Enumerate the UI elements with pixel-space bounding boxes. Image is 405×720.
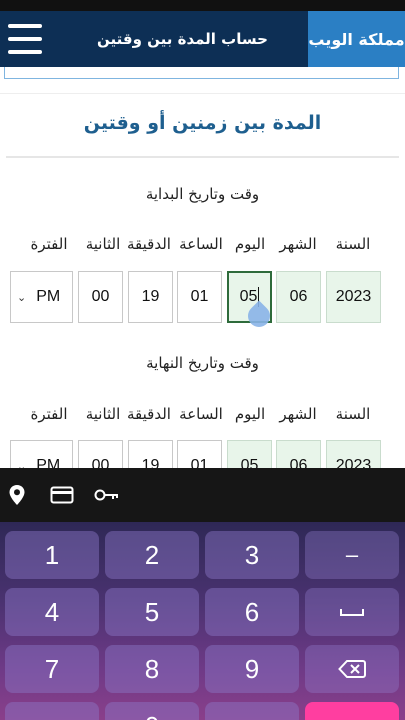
start-fields: 2023 06 05 01 19 00 ⌄ PM bbox=[0, 271, 405, 323]
menu-icon[interactable] bbox=[6, 21, 44, 57]
key-2[interactable]: 2 bbox=[105, 531, 199, 579]
end-period-label: الفترة bbox=[30, 405, 68, 423]
start-minute-field[interactable]: 19 bbox=[128, 271, 173, 323]
location-pin-icon[interactable] bbox=[8, 484, 26, 506]
space-icon bbox=[340, 609, 364, 616]
brand-link[interactable]: مملكة الويب bbox=[308, 11, 405, 67]
start-period-label: الفترة bbox=[30, 235, 68, 253]
end-labels: السنة الشهر اليوم الساعة الدقيقة الثانية… bbox=[0, 405, 405, 427]
end-heading: وقت وتاريخ النهاية bbox=[146, 354, 259, 372]
key-blank-right[interactable] bbox=[205, 702, 299, 720]
key-1[interactable]: 1 bbox=[5, 531, 99, 579]
key-7[interactable]: 7 bbox=[5, 645, 99, 693]
backspace-icon bbox=[338, 660, 366, 678]
calculator-panel: المدة بين زمنين أو وقتين وقت وتاريخ البد… bbox=[0, 93, 405, 492]
start-hour-field[interactable]: 01 bbox=[177, 271, 222, 323]
start-labels: السنة الشهر اليوم الساعة الدقيقة الثانية… bbox=[0, 235, 405, 257]
title-divider bbox=[6, 156, 399, 158]
start-year-label: السنة bbox=[335, 235, 371, 253]
start-second-field[interactable]: 00 bbox=[78, 271, 123, 323]
card-icon[interactable] bbox=[50, 484, 74, 506]
key-icon[interactable] bbox=[94, 484, 120, 506]
start-year-field[interactable]: 2023 bbox=[326, 271, 381, 323]
page-title: المدة بين زمنين أو وقتين bbox=[83, 112, 322, 134]
key-9[interactable]: 9 bbox=[205, 645, 299, 693]
numeric-keyboard: 1 2 3 – 4 5 6 7 8 9 0 bbox=[0, 522, 405, 720]
key-4[interactable]: 4 bbox=[5, 588, 99, 636]
key-8[interactable]: 8 bbox=[105, 645, 199, 693]
backspace-key[interactable] bbox=[305, 645, 399, 693]
key-3[interactable]: 3 bbox=[205, 531, 299, 579]
start-heading: وقت وتاريخ البداية bbox=[145, 185, 260, 203]
key-blank-left[interactable] bbox=[5, 702, 99, 720]
app-bar-title: حساب المدة بين وقتين bbox=[97, 30, 268, 48]
sub-bar-frame bbox=[4, 67, 399, 79]
app-bar: حساب المدة بين وقتين مملكة الويب bbox=[0, 11, 405, 67]
start-period-value: PM bbox=[36, 288, 61, 305]
key-5[interactable]: 5 bbox=[105, 588, 199, 636]
key-6[interactable]: 6 bbox=[205, 588, 299, 636]
sub-bar bbox=[0, 67, 405, 83]
start-second-label: الثانية bbox=[85, 235, 121, 253]
screen: حساب المدة بين وقتين مملكة الويب المدة ب… bbox=[0, 0, 405, 720]
chevron-down-icon: ⌄ bbox=[17, 291, 27, 304]
enter-key[interactable] bbox=[305, 702, 399, 720]
end-second-label: الثانية bbox=[85, 405, 121, 423]
start-period-select[interactable]: ⌄ PM bbox=[10, 271, 73, 323]
key-0[interactable]: 0 bbox=[105, 702, 199, 720]
end-year-label: السنة bbox=[335, 405, 371, 423]
status-bar bbox=[0, 0, 405, 11]
space-key[interactable] bbox=[305, 588, 399, 636]
keyboard-toolbar bbox=[0, 468, 405, 522]
start-month-field[interactable]: 06 bbox=[276, 271, 321, 323]
key-minus[interactable]: – bbox=[305, 531, 399, 579]
